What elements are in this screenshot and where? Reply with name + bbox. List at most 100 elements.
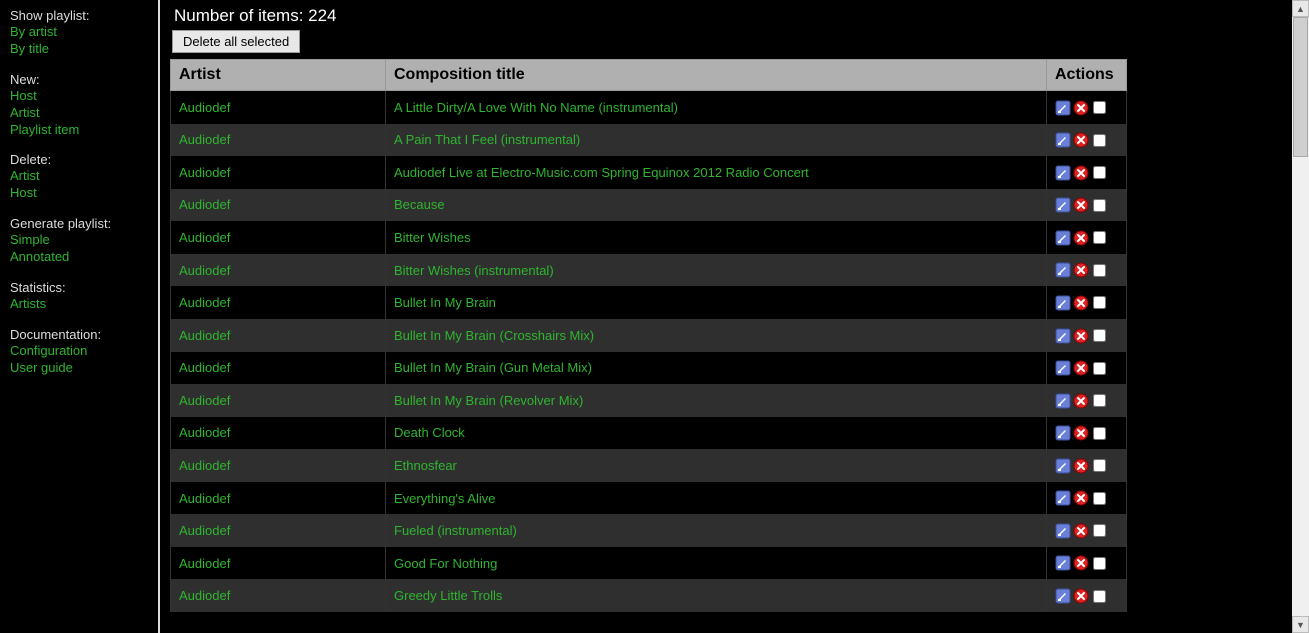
artist-link[interactable]: Audiodef bbox=[179, 556, 230, 571]
delete-icon[interactable] bbox=[1073, 393, 1089, 409]
artist-link[interactable]: Audiodef bbox=[179, 230, 230, 245]
edit-icon[interactable] bbox=[1055, 328, 1071, 344]
scroll-track[interactable] bbox=[1292, 17, 1309, 616]
edit-icon[interactable] bbox=[1055, 490, 1071, 506]
sidebar-link[interactable]: Artists bbox=[10, 296, 148, 313]
select-row-checkbox[interactable] bbox=[1093, 199, 1106, 212]
artist-link[interactable]: Audiodef bbox=[179, 425, 230, 440]
delete-icon[interactable] bbox=[1073, 230, 1089, 246]
table-row: Audiodef Greedy Little Trolls bbox=[171, 579, 1127, 612]
sidebar-link[interactable]: Host bbox=[10, 88, 148, 105]
delete-icon[interactable] bbox=[1073, 555, 1089, 571]
edit-icon[interactable] bbox=[1055, 458, 1071, 474]
delete-icon[interactable] bbox=[1073, 295, 1089, 311]
artist-link[interactable]: Audiodef bbox=[179, 491, 230, 506]
delete-icon[interactable] bbox=[1073, 100, 1089, 116]
edit-icon[interactable] bbox=[1055, 393, 1071, 409]
title-link[interactable]: Bullet In My Brain (Revolver Mix) bbox=[394, 393, 583, 408]
artist-link[interactable]: Audiodef bbox=[179, 328, 230, 343]
select-row-checkbox[interactable] bbox=[1093, 166, 1106, 179]
artist-link[interactable]: Audiodef bbox=[179, 263, 230, 278]
artist-link[interactable]: Audiodef bbox=[179, 165, 230, 180]
sidebar-link[interactable]: Configuration bbox=[10, 343, 148, 360]
title-link[interactable]: Good For Nothing bbox=[394, 556, 497, 571]
select-row-checkbox[interactable] bbox=[1093, 231, 1106, 244]
select-row-checkbox[interactable] bbox=[1093, 264, 1106, 277]
artist-link[interactable]: Audiodef bbox=[179, 100, 230, 115]
title-link[interactable]: Bullet In My Brain (Gun Metal Mix) bbox=[394, 360, 592, 375]
title-link[interactable]: Fueled (instrumental) bbox=[394, 523, 517, 538]
title-link[interactable]: Bitter Wishes bbox=[394, 230, 471, 245]
title-link[interactable]: Greedy Little Trolls bbox=[394, 588, 502, 603]
sidebar-link[interactable]: Artist bbox=[10, 105, 148, 122]
sidebar: Show playlist:By artistBy titleNew:HostA… bbox=[0, 0, 160, 633]
title-link[interactable]: Death Clock bbox=[394, 425, 465, 440]
edit-icon[interactable] bbox=[1055, 165, 1071, 181]
artist-link[interactable]: Audiodef bbox=[179, 295, 230, 310]
delete-icon[interactable] bbox=[1073, 425, 1089, 441]
select-row-checkbox[interactable] bbox=[1093, 427, 1106, 440]
select-row-checkbox[interactable] bbox=[1093, 459, 1106, 472]
delete-icon[interactable] bbox=[1073, 458, 1089, 474]
edit-icon[interactable] bbox=[1055, 132, 1071, 148]
delete-icon[interactable] bbox=[1073, 360, 1089, 376]
select-row-checkbox[interactable] bbox=[1093, 134, 1106, 147]
title-link[interactable]: Audiodef Live at Electro-Music.com Sprin… bbox=[394, 165, 809, 180]
sidebar-link[interactable]: By title bbox=[10, 41, 148, 58]
title-link[interactable]: Ethnosfear bbox=[394, 458, 457, 473]
title-link[interactable]: Everything's Alive bbox=[394, 491, 495, 506]
artist-link[interactable]: Audiodef bbox=[179, 197, 230, 212]
select-row-checkbox[interactable] bbox=[1093, 557, 1106, 570]
delete-all-selected-button[interactable]: Delete all selected bbox=[172, 30, 300, 53]
delete-icon[interactable] bbox=[1073, 132, 1089, 148]
title-link[interactable]: A Little Dirty/A Love With No Name (inst… bbox=[394, 100, 678, 115]
title-link[interactable]: Because bbox=[394, 197, 445, 212]
title-link[interactable]: Bitter Wishes (instrumental) bbox=[394, 263, 554, 278]
scroll-thumb[interactable] bbox=[1293, 17, 1308, 157]
edit-icon[interactable] bbox=[1055, 295, 1071, 311]
artist-link[interactable]: Audiodef bbox=[179, 458, 230, 473]
edit-icon[interactable] bbox=[1055, 555, 1071, 571]
sidebar-link[interactable]: Playlist item bbox=[10, 122, 148, 139]
edit-icon[interactable] bbox=[1055, 588, 1071, 604]
delete-icon[interactable] bbox=[1073, 165, 1089, 181]
select-row-checkbox[interactable] bbox=[1093, 101, 1106, 114]
delete-icon[interactable] bbox=[1073, 197, 1089, 213]
sidebar-link[interactable]: By artist bbox=[10, 24, 148, 41]
edit-icon[interactable] bbox=[1055, 230, 1071, 246]
edit-icon[interactable] bbox=[1055, 262, 1071, 278]
edit-icon[interactable] bbox=[1055, 425, 1071, 441]
artist-link[interactable]: Audiodef bbox=[179, 523, 230, 538]
delete-icon[interactable] bbox=[1073, 262, 1089, 278]
artist-link[interactable]: Audiodef bbox=[179, 588, 230, 603]
select-row-checkbox[interactable] bbox=[1093, 329, 1106, 342]
sidebar-link[interactable]: Simple bbox=[10, 232, 148, 249]
delete-icon[interactable] bbox=[1073, 490, 1089, 506]
scroll-down-button[interactable]: ▼ bbox=[1292, 616, 1309, 633]
edit-icon[interactable] bbox=[1055, 197, 1071, 213]
artist-link[interactable]: Audiodef bbox=[179, 393, 230, 408]
artist-link[interactable]: Audiodef bbox=[179, 132, 230, 147]
title-link[interactable]: Bullet In My Brain bbox=[394, 295, 496, 310]
delete-icon[interactable] bbox=[1073, 328, 1089, 344]
edit-icon[interactable] bbox=[1055, 360, 1071, 376]
title-link[interactable]: Bullet In My Brain (Crosshairs Mix) bbox=[394, 328, 594, 343]
sidebar-link[interactable]: Artist bbox=[10, 168, 148, 185]
sidebar-link[interactable]: User guide bbox=[10, 360, 148, 377]
select-row-checkbox[interactable] bbox=[1093, 492, 1106, 505]
artist-link[interactable]: Audiodef bbox=[179, 360, 230, 375]
select-row-checkbox[interactable] bbox=[1093, 524, 1106, 537]
select-row-checkbox[interactable] bbox=[1093, 590, 1106, 603]
select-row-checkbox[interactable] bbox=[1093, 362, 1106, 375]
sidebar-link[interactable]: Annotated bbox=[10, 249, 148, 266]
title-link[interactable]: A Pain That I Feel (instrumental) bbox=[394, 132, 580, 147]
delete-icon[interactable] bbox=[1073, 588, 1089, 604]
scrollbar[interactable]: ▲ ▼ bbox=[1292, 0, 1309, 633]
scroll-up-button[interactable]: ▲ bbox=[1292, 0, 1309, 17]
edit-icon[interactable] bbox=[1055, 100, 1071, 116]
edit-icon[interactable] bbox=[1055, 523, 1071, 539]
delete-icon[interactable] bbox=[1073, 523, 1089, 539]
sidebar-link[interactable]: Host bbox=[10, 185, 148, 202]
select-row-checkbox[interactable] bbox=[1093, 394, 1106, 407]
select-row-checkbox[interactable] bbox=[1093, 296, 1106, 309]
